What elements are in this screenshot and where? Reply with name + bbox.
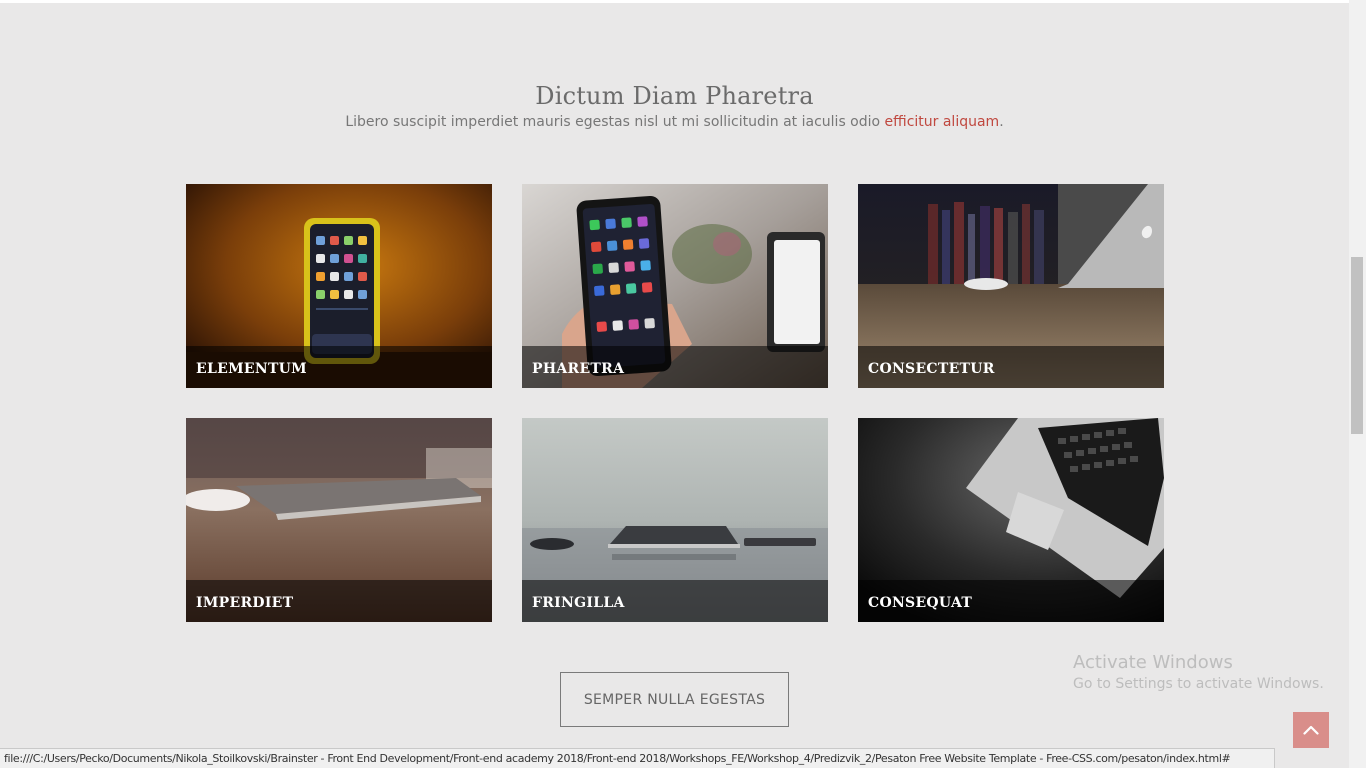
portfolio-card-elementum[interactable]: ELEMENTUM (186, 184, 492, 388)
windows-watermark: Activate Windows Go to Settings to activ… (1073, 652, 1324, 692)
card-title: FRINGILLA (532, 595, 625, 611)
browser-status-bar: file:///C:/Users/Pecko/Documents/Nikola_… (0, 748, 1275, 768)
more-button[interactable]: SEMPER NULLA EGESTAS (560, 672, 789, 727)
status-url: file:///C:/Users/Pecko/Documents/Nikola_… (4, 752, 1231, 765)
back-to-top-button[interactable] (1293, 712, 1329, 748)
portfolio-card-pharetra[interactable]: PHARETRA (522, 184, 828, 388)
portfolio-card-fringilla[interactable]: FRINGILLA (522, 418, 828, 622)
card-caption: CONSECTETUR (858, 346, 1164, 388)
portfolio-grid: ELEMENTUM PHARETRA CONSECTETUR IMPERDIET… (186, 184, 1164, 622)
portfolio-card-consectetur[interactable]: CONSECTETUR (858, 184, 1164, 388)
watermark-subtitle: Go to Settings to activate Windows. (1073, 676, 1324, 692)
card-caption: FRINGILLA (522, 580, 828, 622)
portfolio-card-imperdiet[interactable]: IMPERDIET (186, 418, 492, 622)
card-caption: CONSEQUAT (858, 580, 1164, 622)
card-caption: PHARETRA (522, 346, 828, 388)
subtitle-link[interactable]: efficitur aliquam (885, 114, 1000, 130)
card-title: CONSECTETUR (868, 361, 995, 377)
top-edge (0, 0, 1349, 3)
watermark-title: Activate Windows (1073, 652, 1233, 673)
card-title: PHARETRA (532, 361, 625, 377)
more-button-label: SEMPER NULLA EGESTAS (583, 691, 766, 708)
chevron-up-icon (1303, 725, 1319, 735)
card-caption: IMPERDIET (186, 580, 492, 622)
card-title: IMPERDIET (196, 595, 294, 611)
card-title: ELEMENTUM (196, 361, 307, 377)
scrollbar-thumb[interactable] (1351, 257, 1363, 434)
section-subtitle: Libero suscipit imperdiet mauris egestas… (0, 114, 1349, 130)
subtitle-text: Libero suscipit imperdiet mauris egestas… (345, 114, 885, 130)
subtitle-end: . (999, 114, 1004, 130)
card-title: CONSEQUAT (868, 595, 973, 611)
portfolio-card-consequat[interactable]: CONSEQUAT (858, 418, 1164, 622)
section-title: Dictum Diam Pharetra (535, 82, 814, 110)
card-caption: ELEMENTUM (186, 346, 492, 388)
vertical-scrollbar[interactable] (1349, 0, 1366, 768)
